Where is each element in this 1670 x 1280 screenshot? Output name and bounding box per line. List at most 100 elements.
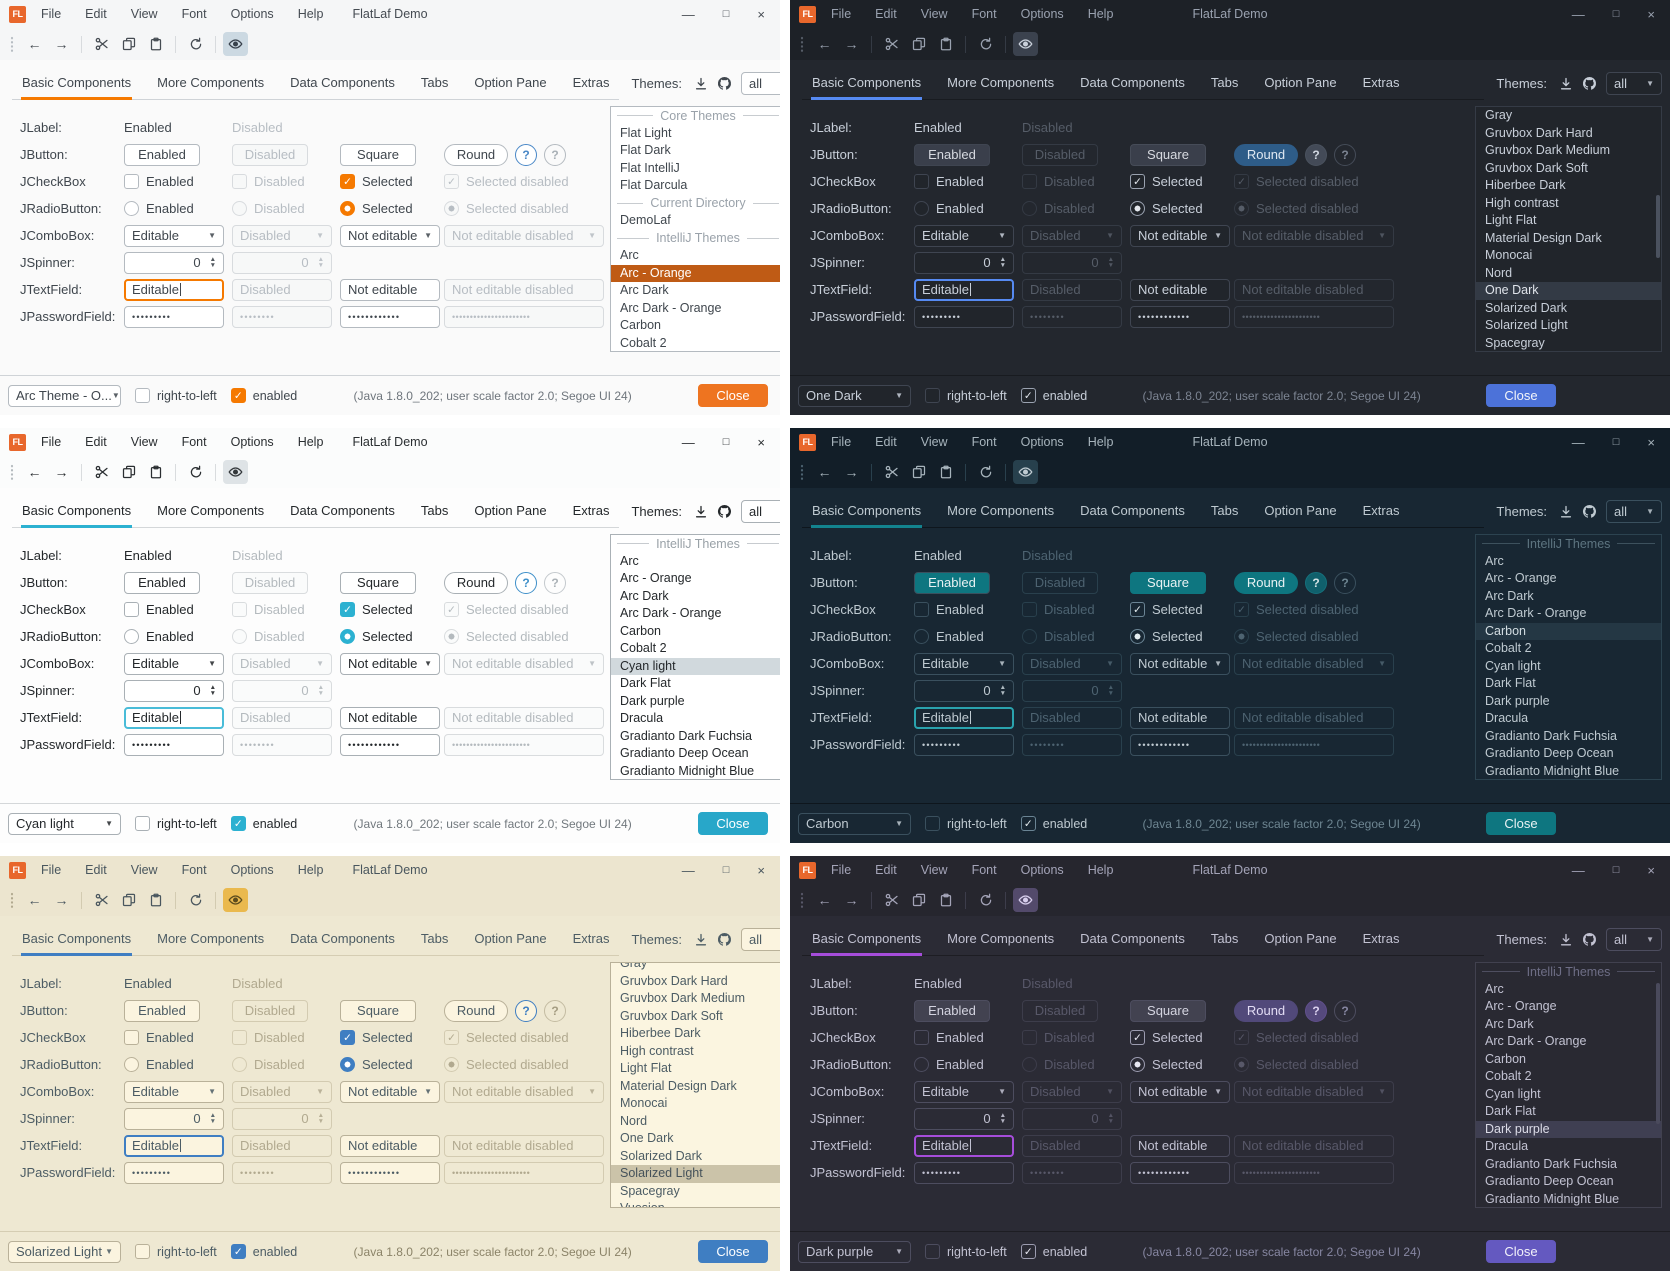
enabled-checkbox[interactable]: enabled [231, 816, 298, 831]
themes-list[interactable]: IntelliJ ThemesArcArc - OrangeArc DarkAr… [1475, 534, 1662, 780]
paste-icon[interactable] [143, 460, 168, 484]
passwordfield-not-editable[interactable]: •••••••••••• [340, 1162, 440, 1184]
spinner-arrows-icon[interactable]: ▲▼ [210, 257, 216, 268]
tab-option-pane[interactable]: Option Pane [464, 500, 556, 527]
theme-list-item[interactable]: Arc - Orange [1476, 998, 1661, 1016]
spinner[interactable]: 0▲▼ [124, 252, 224, 274]
radio-enabled[interactable]: Enabled [914, 201, 1022, 216]
github-icon[interactable] [1582, 76, 1597, 91]
cut-icon[interactable] [89, 888, 114, 912]
help-button[interactable]: ? [515, 1000, 537, 1022]
enabled-checkbox[interactable]: enabled [1021, 1244, 1088, 1259]
menu-edit[interactable]: Edit [85, 863, 107, 877]
back-button[interactable]: ← [22, 32, 47, 56]
close-button[interactable]: Close [698, 1240, 768, 1263]
theme-list-item[interactable]: Material Design Dark [611, 1078, 780, 1096]
theme-list-item[interactable]: Arc - Orange [611, 570, 780, 588]
passwordfield-enabled[interactable]: ••••••••• [914, 306, 1014, 328]
checkbox-enabled[interactable]: Enabled [124, 174, 232, 189]
back-button[interactable]: ← [812, 460, 837, 484]
menu-file[interactable]: File [41, 863, 61, 877]
theme-list-item[interactable]: Arc - Orange [1476, 570, 1661, 588]
eye-toggle-button[interactable] [1013, 32, 1038, 56]
cut-icon[interactable] [89, 460, 114, 484]
theme-list-item[interactable]: Gradianto Deep Ocean [1476, 1173, 1661, 1191]
right-to-left-checkbox[interactable]: right-to-left [925, 388, 1007, 403]
refresh-icon[interactable] [183, 888, 208, 912]
copy-icon[interactable] [116, 888, 141, 912]
refresh-icon[interactable] [973, 888, 998, 912]
textfield-not-editable[interactable]: Not editable [340, 707, 440, 729]
enabled-button[interactable]: Enabled [914, 144, 990, 166]
textfield-not-editable[interactable]: Not editable [1130, 1135, 1230, 1157]
tab-extras[interactable]: Extras [1353, 72, 1410, 99]
square-button[interactable]: Square [340, 144, 416, 166]
download-icon[interactable] [1559, 77, 1573, 91]
textfield-not-editable[interactable]: Not editable [1130, 707, 1230, 729]
eye-toggle-button[interactable] [1013, 888, 1038, 912]
theme-list-item[interactable]: Hiberbee Dark [1476, 177, 1661, 195]
close-window-button[interactable]: × [1647, 8, 1655, 21]
combobox-not-editable[interactable]: Not editable▼ [340, 1081, 440, 1103]
tab-tabs[interactable]: Tabs [411, 928, 458, 955]
theme-list-item-selected[interactable]: Cyan light [611, 658, 780, 676]
github-icon[interactable] [717, 76, 732, 91]
theme-list-item[interactable]: Arc Dark [1476, 1016, 1661, 1034]
tab-data-components[interactable]: Data Components [280, 928, 405, 955]
copy-icon[interactable] [906, 888, 931, 912]
menu-file[interactable]: File [831, 435, 851, 449]
radio-enabled[interactable]: Enabled [914, 629, 1022, 644]
theme-list-item[interactable]: Gradianto Midnight Blue [1476, 763, 1661, 781]
checkbox-selected[interactable]: Selected [340, 1030, 444, 1045]
menu-options[interactable]: Options [1021, 435, 1064, 449]
menu-edit[interactable]: Edit [85, 7, 107, 21]
menu-font[interactable]: Font [972, 863, 997, 877]
theme-list-item[interactable]: Dracula [1476, 1138, 1661, 1156]
checkbox-enabled[interactable]: Enabled [124, 1030, 232, 1045]
eye-toggle-button[interactable] [223, 32, 248, 56]
theme-list-item[interactable]: Gradianto Dark Fuchsia [611, 728, 780, 746]
back-button[interactable]: ← [22, 888, 47, 912]
theme-list-item[interactable]: Arc Dark - Orange [611, 300, 780, 318]
radio-enabled[interactable]: Enabled [914, 1057, 1022, 1072]
maximize-button[interactable]: □ [723, 865, 730, 876]
right-to-left-checkbox[interactable]: right-to-left [135, 388, 217, 403]
combobox-editable[interactable]: Editable▼ [124, 653, 224, 675]
right-to-left-checkbox[interactable]: right-to-left [925, 816, 1007, 831]
scrollbar-thumb[interactable] [1656, 195, 1660, 258]
theme-combobox[interactable]: Cyan light ▼ [8, 813, 121, 835]
tab-tabs[interactable]: Tabs [1201, 500, 1248, 527]
textfield-editable[interactable]: Editable [914, 707, 1014, 729]
menu-help[interactable]: Help [298, 435, 324, 449]
refresh-icon[interactable] [183, 460, 208, 484]
minimize-button[interactable]: — [1572, 8, 1585, 21]
theme-list-item[interactable]: Light Flat [1476, 212, 1661, 230]
menu-file[interactable]: File [831, 7, 851, 21]
theme-list-item[interactable]: Arc [611, 247, 780, 265]
copy-icon[interactable] [116, 32, 141, 56]
radio-enabled[interactable]: Enabled [124, 1057, 232, 1072]
spinner[interactable]: 0▲▼ [914, 1108, 1014, 1130]
spinner-arrows-icon[interactable]: ▲▼ [1000, 685, 1006, 696]
paste-icon[interactable] [933, 888, 958, 912]
tab-basic-components[interactable]: Basic Components [802, 500, 931, 527]
combobox-editable[interactable]: Editable▼ [124, 1081, 224, 1103]
tab-extras[interactable]: Extras [1353, 500, 1410, 527]
title-bar[interactable]: FL File Edit View Font Options Help Flat… [0, 856, 780, 884]
close-window-button[interactable]: × [1647, 864, 1655, 877]
theme-list-item[interactable]: Arc Dark [611, 282, 780, 300]
themes-filter-combobox[interactable]: all ▼ [1606, 928, 1662, 951]
themes-list[interactable]: GrayGruvbox Dark HardGruvbox Dark Medium… [610, 962, 780, 1208]
minimize-button[interactable]: — [682, 864, 695, 877]
back-button[interactable]: ← [812, 888, 837, 912]
theme-list-item[interactable]: Arc Dark [611, 588, 780, 606]
download-icon[interactable] [1559, 933, 1573, 947]
theme-list-item[interactable]: Dark purple [611, 693, 780, 711]
combobox-editable[interactable]: Editable▼ [914, 653, 1014, 675]
close-button[interactable]: Close [698, 812, 768, 835]
tab-more-components[interactable]: More Components [937, 928, 1064, 955]
close-window-button[interactable]: × [757, 8, 765, 21]
combobox-editable[interactable]: Editable▼ [914, 1081, 1014, 1103]
help-button[interactable]: ? [1305, 1000, 1327, 1022]
theme-list-item[interactable]: Dark purple [1476, 693, 1661, 711]
